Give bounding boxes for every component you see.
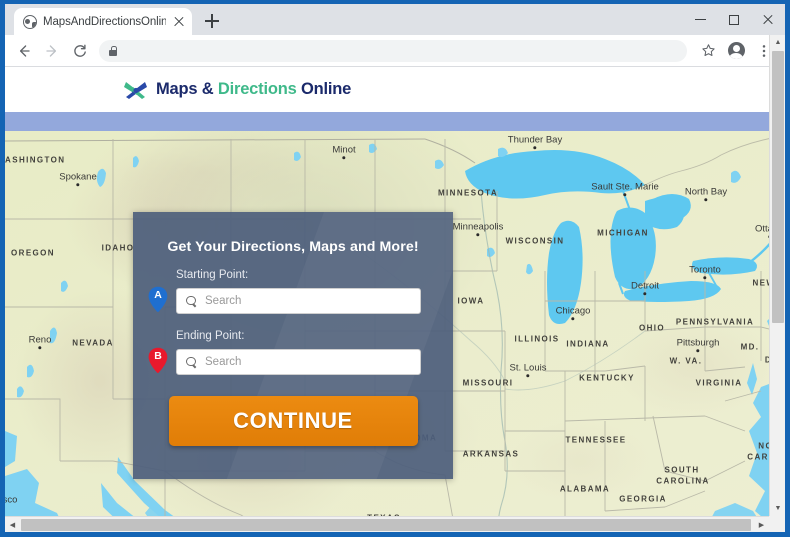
directions-modal: Get Your Directions, Maps and More! Star… bbox=[133, 212, 453, 479]
logo-text-directions: Directions bbox=[217, 80, 301, 98]
scroll-up-arrow-icon[interactable]: ▲ bbox=[770, 35, 785, 50]
ending-point-search-box[interactable] bbox=[176, 349, 421, 375]
reload-icon[interactable] bbox=[67, 38, 93, 64]
pin-b-icon: B bbox=[147, 347, 169, 377]
search-icon bbox=[186, 356, 197, 368]
window-maximize-button[interactable] bbox=[717, 4, 751, 35]
browser-chrome: MapsAndDirectionsOnline provid bbox=[5, 4, 785, 532]
pin-b-letter: B bbox=[154, 350, 162, 362]
browser-window: MapsAndDirectionsOnline provid bbox=[0, 0, 790, 537]
tab-title: MapsAndDirectionsOnline provid bbox=[43, 15, 166, 28]
bookmark-star-icon[interactable] bbox=[695, 38, 721, 64]
new-tab-button[interactable] bbox=[199, 8, 225, 34]
scroll-down-arrow-icon[interactable]: ▼ bbox=[770, 501, 785, 516]
tab-close-icon[interactable] bbox=[172, 15, 186, 29]
profile-avatar-icon[interactable] bbox=[723, 38, 749, 64]
window-minimize-button[interactable] bbox=[683, 4, 717, 35]
browser-toolbar bbox=[5, 35, 785, 67]
site-header: Maps & Directions Online bbox=[5, 67, 785, 112]
back-icon[interactable] bbox=[11, 38, 37, 64]
scrollbar-corner bbox=[769, 516, 785, 532]
pin-a-letter: A bbox=[154, 289, 162, 301]
site-logo[interactable]: Maps & Directions Online bbox=[123, 78, 351, 102]
starting-point-input[interactable] bbox=[205, 295, 420, 307]
continue-button[interactable]: CONTINUE bbox=[168, 396, 418, 446]
ending-point-label: Ending Point: bbox=[176, 330, 245, 342]
search-icon bbox=[186, 295, 197, 307]
lock-icon bbox=[109, 45, 118, 56]
starting-point-label: Starting Point: bbox=[176, 269, 249, 281]
scroll-right-arrow-icon[interactable]: ▶ bbox=[754, 517, 769, 532]
globe-icon bbox=[23, 14, 37, 29]
window-controls bbox=[683, 4, 785, 35]
modal-title: Get Your Directions, Maps and More! bbox=[167, 239, 419, 255]
ending-point-row: B bbox=[133, 347, 453, 377]
horizontal-scrollbar[interactable]: ◀ ▶ bbox=[5, 516, 785, 532]
starting-point-row: A bbox=[133, 286, 453, 316]
horizontal-scrollbar-thumb[interactable] bbox=[21, 519, 751, 531]
pin-a-icon: A bbox=[147, 286, 169, 316]
page-content: Maps & Directions Online ASHINGTON OREGO… bbox=[5, 67, 785, 530]
tab-maps-and-directions[interactable]: MapsAndDirectionsOnline provid bbox=[14, 8, 192, 35]
site-logo-text: Maps & Directions Online bbox=[156, 80, 351, 99]
forward-icon[interactable] bbox=[39, 38, 65, 64]
logo-cross-arrows-icon bbox=[123, 78, 149, 102]
header-color-band bbox=[5, 112, 785, 131]
starting-point-search-box[interactable] bbox=[176, 288, 421, 314]
ending-point-input[interactable] bbox=[205, 356, 420, 368]
scroll-left-arrow-icon[interactable]: ◀ bbox=[5, 517, 20, 532]
logo-text-maps: Maps & bbox=[156, 80, 218, 98]
tab-strip: MapsAndDirectionsOnline provid bbox=[5, 4, 785, 35]
window-close-button[interactable] bbox=[751, 4, 785, 35]
logo-text-online: Online bbox=[300, 80, 352, 98]
vertical-scrollbar[interactable]: ▲ ▼ bbox=[769, 35, 785, 532]
address-bar[interactable] bbox=[99, 39, 687, 62]
vertical-scrollbar-thumb[interactable] bbox=[772, 51, 784, 323]
